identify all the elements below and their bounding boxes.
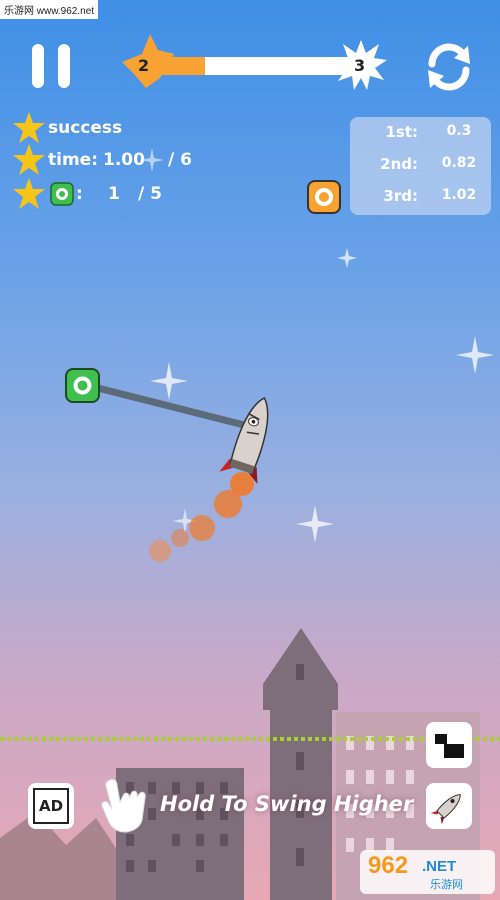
- ad-button[interactable]: AD: [28, 783, 74, 829]
- ad-icon: AD: [33, 788, 69, 824]
- rocket-icon: [430, 794, 461, 825]
- anchor-ring-icon: [65, 368, 100, 403]
- swing-hint-text: Hold To Swing Higher: [160, 792, 414, 816]
- badge-dotnet: .NET: [422, 858, 457, 875]
- hand-pointer-icon: [101, 778, 146, 833]
- rocket-exhaust: [149, 472, 254, 562]
- rocket-skin-button[interactable]: [426, 783, 472, 829]
- rocket-player-icon: [219, 396, 269, 485]
- site-logo-badge: 962 .NET 乐游网: [360, 850, 495, 894]
- blocks-button[interactable]: [426, 722, 472, 768]
- badge-number: 962: [368, 852, 409, 879]
- swing-scene: [0, 368, 500, 900]
- swing-rope: [86, 382, 252, 430]
- blocks-icon: [435, 734, 464, 758]
- badge-cn: 乐游网: [430, 879, 463, 891]
